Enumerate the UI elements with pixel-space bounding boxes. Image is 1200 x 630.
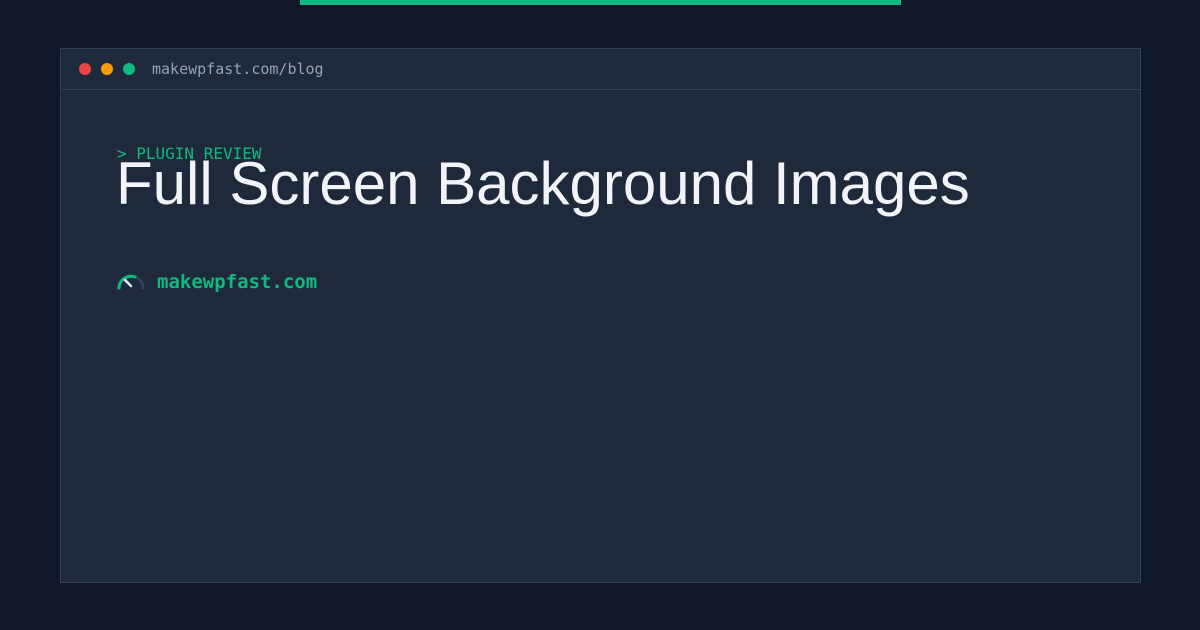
browser-window: makewpfast.com/blog > PLUGIN REVIEW Full… [60,48,1141,583]
minimize-window-dot[interactable] [101,63,113,75]
top-accent-bar [300,0,901,5]
close-window-dot[interactable] [79,63,91,75]
post-title: Full Screen Background Images [116,150,970,217]
brand-name: makewpfast.com [157,271,318,293]
speedometer-icon [117,274,145,290]
site-brand[interactable]: makewpfast.com [116,267,317,297]
window-titlebar: makewpfast.com/blog [61,49,1140,90]
maximize-window-dot[interactable] [123,63,135,75]
address-url[interactable]: makewpfast.com/blog [152,59,324,79]
